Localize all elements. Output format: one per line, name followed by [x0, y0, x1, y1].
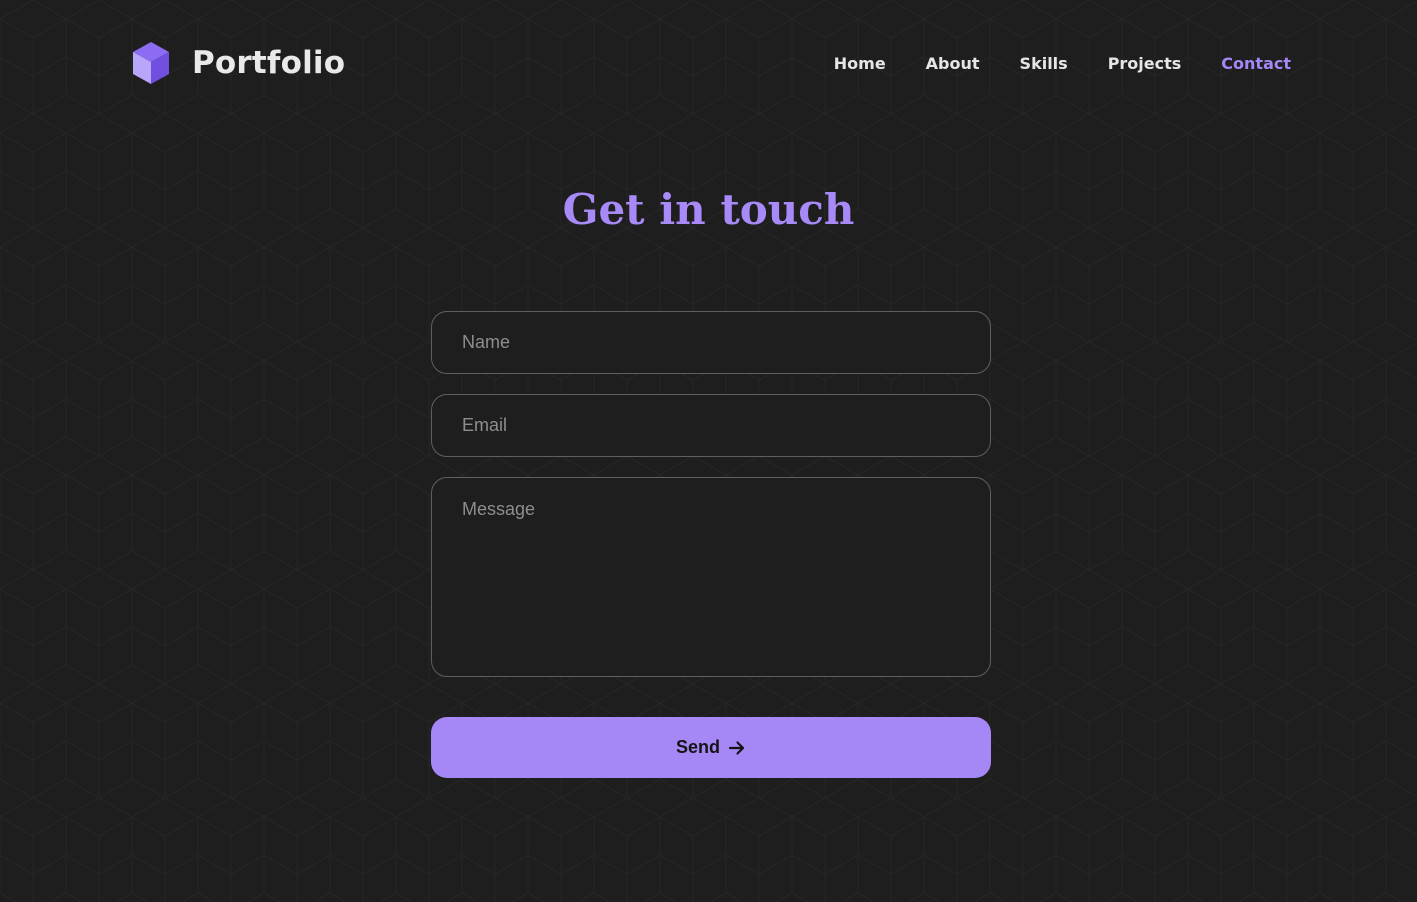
- main-nav: Home About Skills Projects Contact: [834, 52, 1291, 76]
- contact-page: Portfolio Home About Skills Projects Con…: [0, 0, 1417, 902]
- arrow-right-icon: [728, 740, 745, 755]
- brand-name: Portfolio: [192, 45, 346, 81]
- email-input[interactable]: [431, 394, 991, 457]
- nav-item-contact[interactable]: Contact: [1221, 52, 1291, 76]
- page-title: Get in touch: [562, 185, 855, 234]
- nav-item-projects[interactable]: Projects: [1108, 52, 1182, 76]
- contact-form: Send: [431, 311, 991, 778]
- brand-logo[interactable]: Portfolio: [132, 40, 345, 86]
- send-button[interactable]: Send: [431, 717, 991, 778]
- site-header: Portfolio Home About Skills Projects Con…: [0, 0, 1417, 128]
- cube-icon: [133, 42, 169, 84]
- send-button-label: Send: [675, 737, 720, 757]
- message-textarea[interactable]: [431, 477, 991, 677]
- nav-item-home[interactable]: Home: [834, 52, 886, 76]
- nav-item-about[interactable]: About: [926, 52, 980, 76]
- nav-item-skills[interactable]: Skills: [1020, 52, 1068, 76]
- name-input[interactable]: [431, 311, 991, 374]
